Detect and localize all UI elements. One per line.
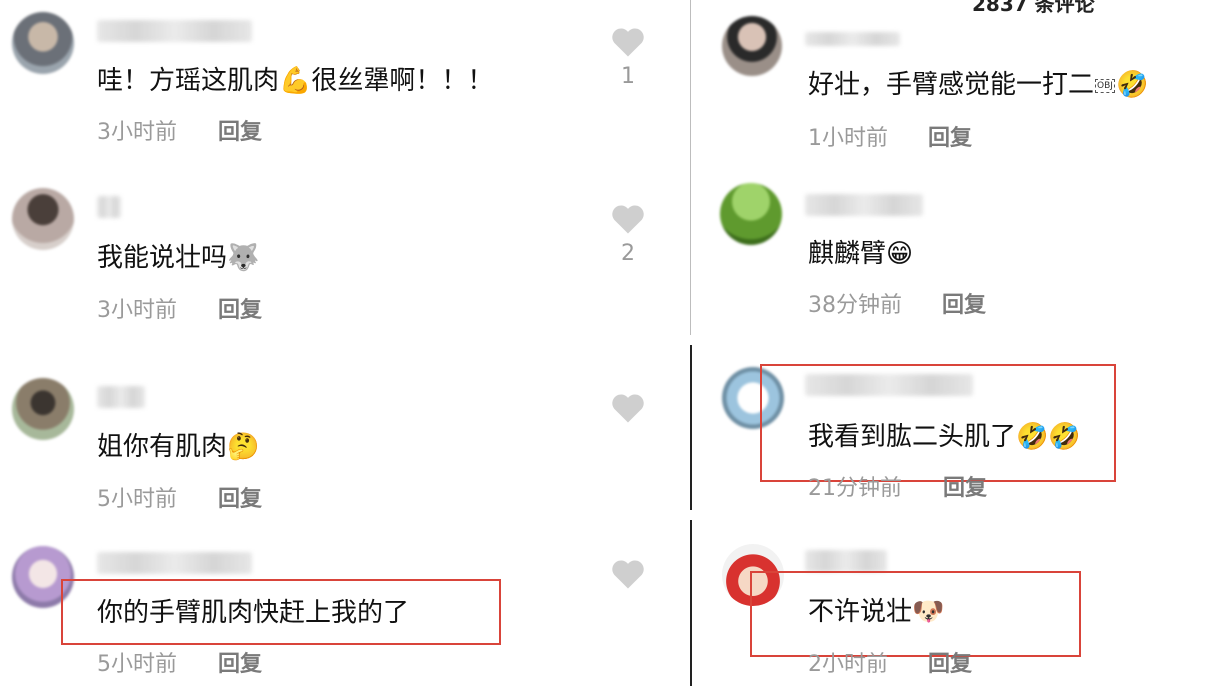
comment-text: 哇！方瑶这肌肉💪很丝犟啊！！！ [97, 66, 494, 96]
comment-time: 1小时前 [808, 126, 888, 151]
reply-button[interactable]: 回复 [218, 481, 262, 513]
reply-button[interactable]: 回复 [928, 120, 972, 152]
comment-text: 姐你有肌肉🤔 [97, 432, 260, 462]
reply-button[interactable]: 回复 [218, 292, 262, 324]
divider-bottom [690, 520, 692, 686]
reply-button[interactable]: 回复 [942, 287, 986, 319]
username-blurred[interactable] [805, 194, 923, 216]
divider-mid [690, 345, 692, 510]
like-count: 1 [621, 64, 635, 89]
comment-text: 我能说壮吗🐺 [97, 243, 260, 273]
grinning-emoji: 😁 [886, 239, 914, 269]
comment-time: 5小时前 [97, 487, 177, 512]
reply-button[interactable]: 回复 [928, 646, 972, 678]
divider-top [690, 0, 691, 335]
comment-count-header: 2837 条评论 [972, 0, 1095, 16]
heart-icon [612, 394, 644, 423]
flexed-biceps-emoji: 💪 [279, 66, 312, 96]
obj-placeholder-glyph: OBJ [1095, 78, 1115, 93]
like-button[interactable]: 2 [608, 203, 648, 266]
highlight-box [760, 364, 1116, 482]
username-blurred[interactable] [97, 196, 121, 218]
comment-text: 好壮，手臂感觉能一打二 OBJ 🤣 [808, 70, 1149, 100]
reply-button[interactable]: 回复 [218, 646, 262, 678]
comment-time: 21分钟前 [808, 476, 902, 501]
username-blurred[interactable] [97, 552, 252, 574]
comment-time: 38分钟前 [808, 293, 902, 318]
like-button[interactable] [608, 558, 648, 590]
comment-time: 5小时前 [97, 652, 177, 677]
heart-icon [612, 205, 644, 234]
avatar[interactable] [722, 16, 782, 76]
highlight-box [61, 579, 501, 645]
username-blurred[interactable] [805, 32, 900, 46]
thinking-emoji: 🤔 [227, 432, 260, 462]
heart-icon [612, 28, 644, 57]
reply-button[interactable]: 回复 [218, 114, 262, 146]
avatar[interactable] [12, 188, 74, 250]
username-blurred[interactable] [805, 550, 887, 572]
comment-time: 3小时前 [97, 298, 177, 323]
highlight-box [750, 571, 1081, 657]
like-button[interactable]: 1 [608, 26, 648, 89]
avatar[interactable] [720, 183, 782, 245]
like-button[interactable] [608, 392, 648, 424]
reply-button[interactable]: 回复 [943, 470, 987, 502]
avatar[interactable] [12, 378, 74, 440]
comment-text: 麒麟臂😁 [808, 239, 914, 269]
username-blurred[interactable] [97, 20, 252, 42]
username-blurred[interactable] [97, 386, 145, 408]
wolf-emoji: 🐺 [227, 243, 260, 273]
rofl-emoji: 🤣 [1115, 70, 1149, 100]
comment-time: 3小时前 [97, 120, 177, 145]
comment-time: 2小时前 [808, 652, 888, 677]
like-count: 2 [621, 241, 635, 266]
heart-icon [612, 560, 644, 589]
avatar[interactable] [12, 12, 74, 74]
